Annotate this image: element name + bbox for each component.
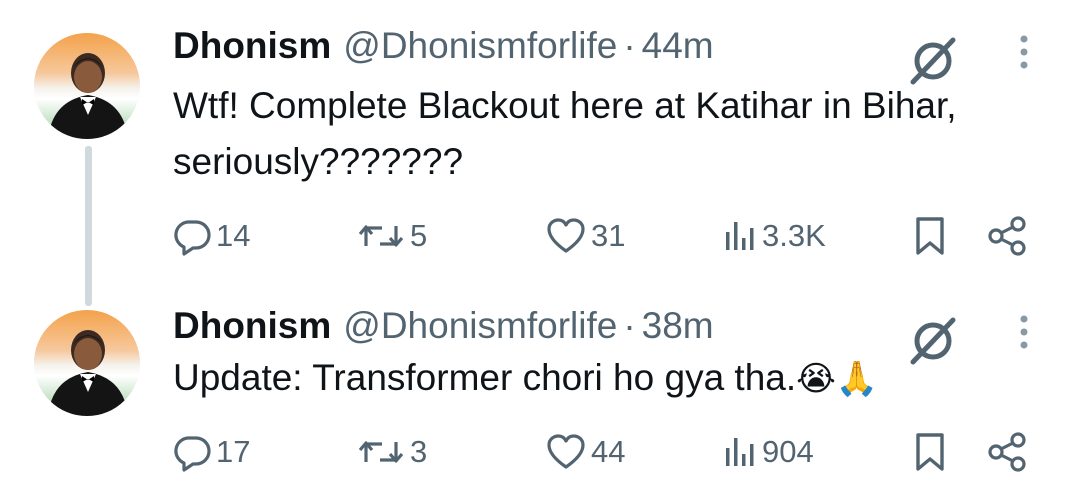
timestamp[interactable]: 44m (642, 25, 714, 67)
tweet-text-body: Update: Transformer chori ho gya tha. (173, 357, 797, 398)
view-count: 904 (762, 434, 814, 469)
repost-arrows-icon (358, 441, 404, 463)
reply-count: 17 (216, 434, 251, 469)
tweet-text: Update: Transformer chori ho gya tha.😭🙏 (173, 350, 1033, 407)
tweet-header: Dhonism @Dhonismforlife · 38m (173, 305, 714, 349)
bar-chart-icon (726, 438, 754, 466)
reply-button[interactable]: 17 (172, 428, 250, 476)
share-nodes-icon (988, 216, 1026, 256)
heart-icon (547, 434, 585, 469)
avatar[interactable] (34, 310, 140, 416)
reply-bubble-icon (174, 220, 211, 256)
like-button[interactable]: 44 (545, 428, 625, 476)
bookmark-button[interactable] (912, 212, 948, 260)
tweet-actions: 17 3 44 904 (0, 428, 1080, 476)
like-count: 31 (591, 218, 626, 253)
repost-count: 5 (410, 218, 428, 253)
repost-button[interactable]: 3 (356, 428, 427, 476)
views-button[interactable]: 3.3K (722, 212, 826, 260)
tweet[interactable]: Dhonism @Dhonismforlife · 44m Wtf! Compl… (0, 0, 1080, 290)
tweet-header: Dhonism @Dhonismforlife · 44m (173, 25, 714, 69)
separator: · (623, 25, 636, 66)
bookmark-icon (916, 217, 944, 255)
tweet-text: Wtf! Complete Blackout here at Katihar i… (173, 85, 957, 182)
bar-chart-icon (726, 222, 754, 250)
views-button[interactable]: 904 (722, 428, 814, 476)
repost-count: 3 (410, 434, 428, 469)
display-name[interactable]: Dhonism (173, 305, 331, 347)
emoji: 😭🙏 (796, 360, 879, 398)
like-button[interactable]: 31 (545, 212, 625, 260)
reply-button[interactable]: 14 (172, 212, 250, 260)
bookmark-button[interactable] (912, 428, 948, 476)
separator: · (623, 305, 636, 346)
heart-icon (547, 218, 585, 253)
timestamp[interactable]: 38m (642, 305, 714, 347)
user-handle[interactable]: @Dhonismforlife (343, 305, 617, 347)
bookmark-icon (916, 433, 944, 471)
share-button[interactable] (986, 212, 1030, 260)
like-count: 44 (591, 434, 626, 469)
tweet[interactable]: Dhonism @Dhonismforlife · 38m Update: Tr… (0, 290, 1080, 503)
avatar[interactable] (34, 33, 140, 139)
reply-count: 14 (216, 218, 251, 253)
repost-arrows-icon (358, 225, 404, 247)
more-vertical-icon[interactable] (1014, 33, 1034, 73)
display-name[interactable]: Dhonism (173, 25, 331, 67)
reply-bubble-icon (174, 436, 211, 472)
share-button[interactable] (986, 428, 1030, 476)
tweet-actions: 14 5 31 3.3K (0, 212, 1080, 260)
share-nodes-icon (988, 432, 1026, 472)
more-vertical-icon[interactable] (1014, 313, 1034, 353)
repost-button[interactable]: 5 (356, 212, 427, 260)
view-count: 3.3K (762, 218, 826, 253)
user-handle[interactable]: @Dhonismforlife (343, 25, 617, 67)
